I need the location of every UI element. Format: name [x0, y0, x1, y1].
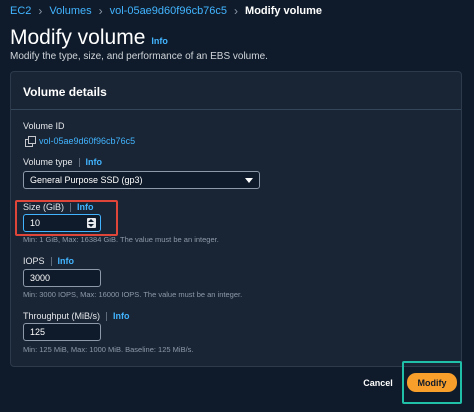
volume-type-selected-value: General Purpose SSD (gp3) [30, 175, 143, 185]
throughput-label: Throughput (MiB/s) Info [23, 311, 130, 321]
modify-button[interactable]: Modify [407, 373, 457, 392]
breadcrumb-volume-id[interactable]: vol-05ae9d60f96cb76c5 [110, 5, 227, 17]
iops-info-link[interactable]: Info [58, 256, 75, 266]
throughput-hint: Min: 125 MiB, Max: 1000 MiB. Baseline: 1… [23, 345, 194, 354]
size-highlight-box [15, 200, 118, 236]
page-subtitle: Modify the type, size, and performance o… [10, 51, 268, 62]
iops-input-value: 3000 [30, 273, 51, 283]
title-info-link[interactable]: Info [151, 36, 168, 46]
page-title: Modify volume [10, 26, 146, 49]
breadcrumb: EC2 › Volumes › vol-05ae9d60f96cb76c5 › … [10, 4, 322, 18]
throughput-input[interactable]: 125 [23, 323, 101, 341]
cancel-button[interactable]: Cancel [359, 376, 397, 390]
volume-type-select[interactable]: General Purpose SSD (gp3) [23, 171, 260, 189]
caret-down-icon [245, 178, 253, 183]
volume-type-label-text: Volume type [23, 157, 73, 167]
volume-type-label: Volume type Info [23, 157, 102, 167]
copy-icon[interactable] [25, 136, 36, 147]
size-hint: Min: 1 GiB, Max: 16384 GiB. The value mu… [23, 235, 219, 244]
volume-type-info-link[interactable]: Info [86, 157, 103, 167]
breadcrumb-ec2[interactable]: EC2 [10, 5, 31, 17]
iops-label-text: IOPS [23, 256, 45, 266]
chevron-right-icon: › [234, 4, 239, 18]
page-header: Modify volume Info [10, 26, 168, 50]
throughput-info-link[interactable]: Info [113, 311, 130, 321]
volume-id-link[interactable]: vol-05ae9d60f96cb76c5 [39, 136, 135, 146]
breadcrumb-current: Modify volume [245, 5, 323, 17]
iops-hint: Min: 3000 IOPS, Max: 16000 IOPS. The val… [23, 290, 243, 299]
panel-header: Volume details [11, 72, 461, 110]
volume-id-label: Volume ID [23, 121, 65, 131]
chevron-right-icon: › [38, 4, 43, 18]
iops-label: IOPS Info [23, 256, 74, 266]
breadcrumb-volumes[interactable]: Volumes [49, 5, 91, 17]
throughput-input-value: 125 [30, 327, 46, 337]
label-divider [78, 157, 80, 167]
panel-title: Volume details [23, 85, 107, 99]
throughput-label-text: Throughput (MiB/s) [23, 311, 101, 321]
label-divider [106, 311, 108, 321]
volume-id-value[interactable]: vol-05ae9d60f96cb76c5 [25, 136, 135, 147]
chevron-right-icon: › [98, 4, 103, 18]
label-divider [50, 256, 52, 266]
iops-input[interactable]: 3000 [23, 269, 101, 287]
volume-id-label-text: Volume ID [23, 121, 65, 131]
